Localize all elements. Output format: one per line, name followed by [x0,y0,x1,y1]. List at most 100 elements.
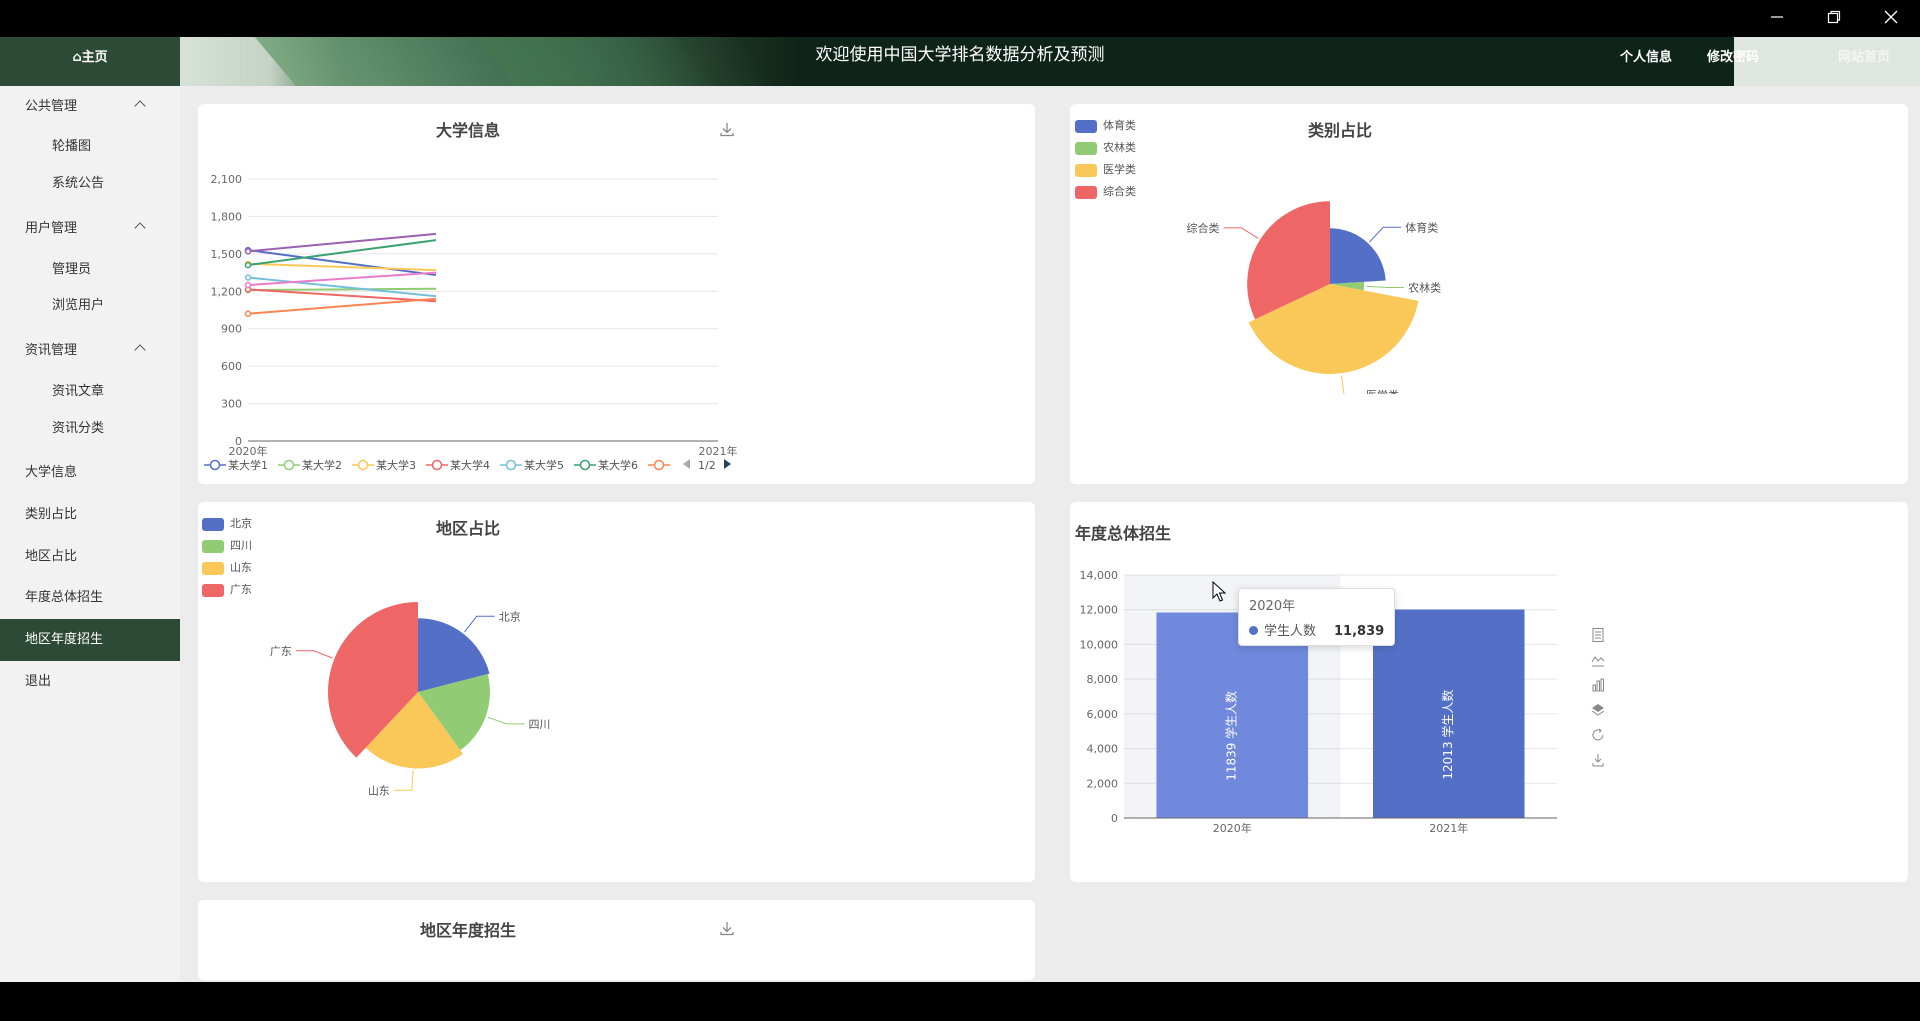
legend-item[interactable]: 农林类 [1075,137,1136,159]
close-icon[interactable] [1871,4,1911,34]
legend-pager: 1/2 [698,458,716,472]
tooltip-value: 11,839 [1334,624,1385,639]
series-line [247,287,437,292]
y-tick-label: 12,000 [1080,604,1119,617]
profile-link[interactable]: 个人信息 [1620,37,1672,86]
y-tick-label: 1,800 [211,210,243,223]
y-tick-label: 1,200 [211,285,243,298]
legend-item[interactable]: 某大学2 [278,457,342,473]
sidebar-item-admin[interactable]: 管理员 [52,255,91,285]
region-pie-chart: 北京四川山东 广东 [270,602,550,797]
label-line [487,716,525,725]
category-pie-chart: 体育类农林类医学类 综合类 [1187,201,1441,394]
region-annual-enrollment-card: 地区年度招生 [198,900,1035,980]
bar-chart-icon[interactable] [1588,677,1608,702]
label-line [295,650,333,659]
app-window: 欢迎使用中国大学排名数据分析及预测 个人信息 修改密码 网站首页 ⌂主页 公共管… [0,37,1920,982]
legend-item[interactable]: 某大学4 [426,457,490,473]
legend-item[interactable]: 某大学1 [204,457,268,473]
legend-next-page-icon[interactable] [722,458,732,473]
data-point [244,248,252,255]
university-line-chart: 03006009001,2001,5001,8002,1002020年 2021年 [211,173,738,458]
sidebar-item-viewer-users[interactable]: 浏览用户 [52,291,104,321]
y-tick-label: 6,000 [1087,708,1119,721]
slice-label: 山东 [368,784,390,797]
region-legend: 北京四川山东广东 [202,513,252,601]
legend-swatch [1075,120,1097,133]
legend-item[interactable]: 广东 [202,579,252,601]
legend-item[interactable]: 医学类 [1075,159,1136,181]
bar-data-label: 11839 学生人数 [1224,691,1239,781]
legend-swatch [202,562,224,575]
pie-slice [1330,228,1386,284]
legend-label: 四川 [230,539,252,552]
legend-label: 广东 [230,583,252,596]
download-icon[interactable] [1588,752,1608,777]
legend-item[interactable] [648,459,672,471]
home-link[interactable]: ⌂主页 [0,37,180,86]
series-line [247,297,437,315]
site-home-link[interactable]: 网站首页 [1838,37,1890,86]
legend-swatch [1075,164,1097,177]
mouse-cursor-icon [1212,581,1227,602]
series-dot [1249,626,1258,635]
legend-item[interactable]: 体育类 [1075,115,1136,137]
legend-item[interactable]: 某大学3 [352,457,416,473]
y-tick-label: 600 [221,360,242,373]
sidebar-item-label: 退出 [25,674,52,689]
data-view-icon[interactable] [1588,627,1608,652]
sidebar-item-university-info[interactable]: 大学信息 [0,452,180,494]
sidebar-group-users[interactable]: 用户管理 [0,212,180,246]
legend-item[interactable]: 综合类 [1075,181,1136,203]
chevron-up-icon [134,222,146,234]
sidebar-item-category-ratio[interactable]: 类别占比 [0,494,180,536]
sidebar-item-region-annual-enrollment[interactable]: 地区年度招生 [0,619,180,661]
sidebar-item-label: 类别占比 [25,507,78,522]
annual-enrollment-card: 年度总体招生 0 2,000 4,000 6,000 8,000 10,000 12,000… [1070,502,1908,882]
sidebar-item-label: 地区占比 [25,549,78,564]
download-icon[interactable] [718,919,736,937]
minimize-icon[interactable] [1757,4,1797,34]
download-icon[interactable] [718,120,736,138]
y-tick-label: 1,500 [211,248,243,261]
sidebar-item-announcement[interactable]: 系统公告 [52,169,104,199]
header-right-panel [1734,37,1920,86]
legend-item[interactable]: 北京 [202,513,252,535]
legend-label: 山东 [230,561,252,574]
label-line [393,770,414,791]
restore-chart-icon[interactable] [1588,727,1608,752]
y-tick-label: 900 [221,323,242,336]
legend-label: 综合类 [1103,185,1136,198]
y-tick-label: 2,000 [1087,777,1119,790]
series-line [247,276,437,298]
y-tick-label: 2,100 [211,173,243,186]
legend-item[interactable]: 某大学6 [574,457,638,473]
sidebar-group-public[interactable]: 公共管理 [0,90,180,124]
legend-swatch [1075,142,1097,155]
sidebar-item-news-articles[interactable]: 资讯文章 [52,377,104,407]
x-tick-label: 2020年 [229,444,268,458]
card-title: 大学信息 [436,121,501,140]
legend-prev-page-icon[interactable] [682,458,692,473]
slice-label: 体育类 [1405,220,1438,234]
window-titlebar [0,0,1920,37]
bar-data-label: 12013 学生人数 [1440,690,1455,780]
sidebar-item-carousel[interactable]: 轮播图 [52,132,91,162]
line-chart-icon[interactable] [1588,652,1608,677]
legend-swatch [202,540,224,553]
y-tick-label: 300 [221,398,242,411]
y-tick-label: 10,000 [1080,638,1119,651]
restore-icon[interactable] [1814,4,1854,34]
sidebar-item-annual-enrollment[interactable]: 年度总体招生 [0,577,180,619]
legend-item[interactable]: 四川 [202,535,252,557]
tooltip-row: 学生人数 11,839 [1249,620,1384,639]
data-point [244,261,252,269]
legend-item[interactable]: 山东 [202,557,252,579]
legend-item[interactable]: 某大学5 [500,457,564,473]
stack-icon[interactable] [1588,702,1608,727]
change-password-link[interactable]: 修改密码 [1707,37,1759,86]
sidebar-item-region-ratio[interactable]: 地区占比 [0,536,180,578]
sidebar-item-news-categories[interactable]: 资讯分类 [52,414,104,444]
sidebar-group-news[interactable]: 资讯管理 [0,334,180,368]
sidebar-item-logout[interactable]: 退出 [0,661,180,703]
